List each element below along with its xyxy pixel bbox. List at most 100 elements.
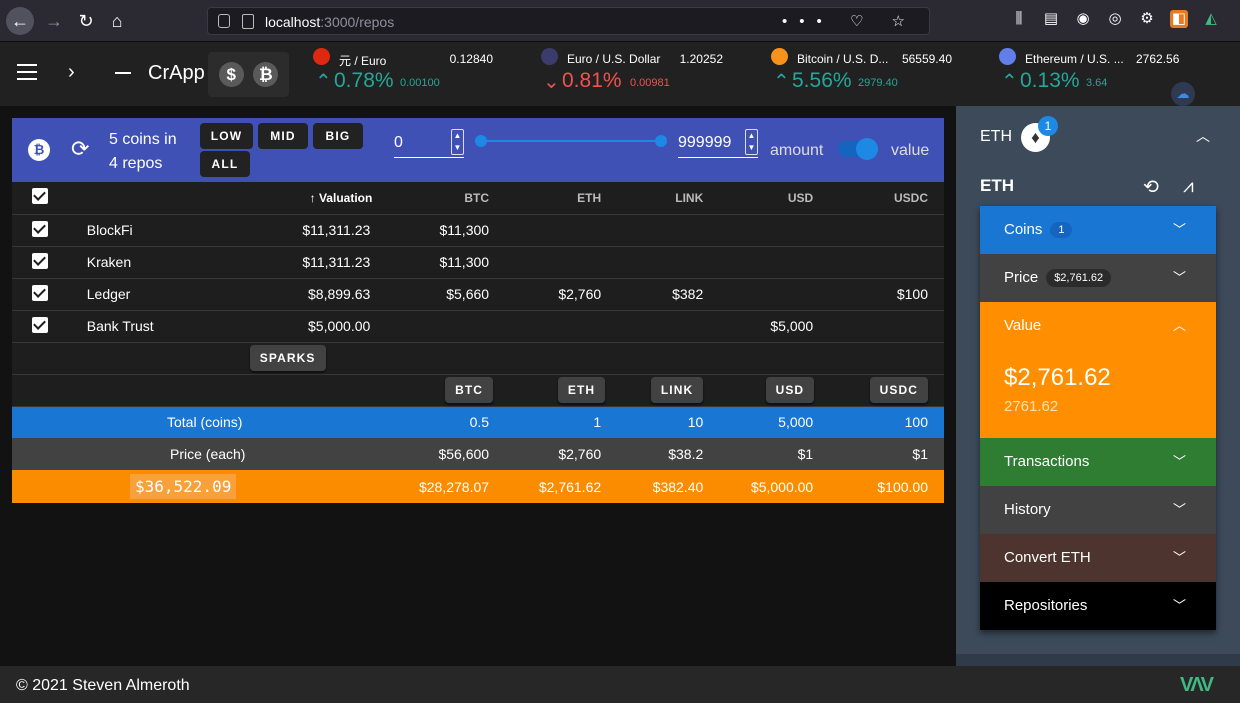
bitcoin-icon[interactable]: ₿ <box>28 139 50 161</box>
ticker-delta: 0.00981 <box>630 77 670 89</box>
price-row: Price (each) $56,600 $2,760 $38.2 $1 $1 <box>12 438 944 470</box>
filter-mid-button[interactable]: MID <box>258 123 308 149</box>
ticker-delta: 2979.40 <box>858 77 898 89</box>
ticker-price: 1.20252 <box>679 52 723 66</box>
forward-arrow-icon[interactable]: → <box>40 7 68 35</box>
value-panel[interactable]: Value ︿ $2,761.62 2761.62 <box>980 302 1216 438</box>
link-cell <box>619 310 719 343</box>
shield-icon[interactable] <box>218 14 230 28</box>
convert-panel-header[interactable]: Convert ETH ﹀ <box>980 534 1216 582</box>
chevron-up-icon[interactable]: ︿ <box>1196 126 1210 146</box>
eth-cell <box>507 214 620 247</box>
filter-big-button[interactable]: BIG <box>313 123 363 149</box>
cloud-icon[interactable]: ☁ <box>1171 82 1195 106</box>
history-panel-header[interactable]: History ﹀ <box>980 486 1216 534</box>
usdc-coin-button[interactable]: USDC <box>869 377 928 403</box>
sparks-button[interactable]: SPARKS <box>249 345 326 371</box>
url-text[interactable]: localhost:3000/repos <box>265 14 394 30</box>
extension-orange-icon[interactable]: ◧ <box>1170 10 1188 28</box>
filter-all-button[interactable]: ALL <box>200 151 250 177</box>
range-slider[interactable] <box>475 135 667 147</box>
page-actions-icons[interactable]: ••• ♡ ☆ <box>782 12 917 30</box>
max-amount-input[interactable]: 999999 ▲ ▼ <box>678 129 758 158</box>
chevron-right-icon[interactable]: › <box>68 61 75 84</box>
chevron-down-icon: ﹀ <box>1172 550 1186 565</box>
history-icon[interactable]: ⟲ <box>1143 176 1159 199</box>
usd-header[interactable]: USD <box>718 182 831 215</box>
flag-icon <box>313 48 330 65</box>
sync-icon[interactable]: ⟳ <box>71 136 89 162</box>
ticker-eth-usd[interactable]: Ethereum / U.S. ... 2762.56 ⌃ 0.13% 3.64 <box>999 42 1180 106</box>
ticker-cny-eur[interactable]: 元 / Euro 0.12840 ⌃ 0.78% 0.00100 <box>313 42 493 106</box>
menu-icon[interactable] <box>17 64 37 85</box>
price-panel-header[interactable]: Price $2,761.62 ﹀ <box>980 254 1216 302</box>
horizontal-scrollbar[interactable] <box>956 654 1240 666</box>
filter-low-button[interactable]: LOW <box>200 123 253 149</box>
usdc-cell <box>830 310 944 343</box>
link-button-cell: LINK <box>619 374 719 407</box>
url-bar[interactable]: localhost:3000/repos ••• ♡ ☆ <box>207 7 930 35</box>
eth-coin-button[interactable]: ETH <box>557 377 606 403</box>
btc-coin-button[interactable]: BTC <box>445 377 494 403</box>
chart-icon[interactable]: ⩘ <box>1183 176 1194 198</box>
gear-icon[interactable]: ⚙ <box>1138 10 1156 28</box>
usdc-header[interactable]: USDC <box>830 182 944 215</box>
ticker-name: Bitcoin / U.S. D... <box>797 52 889 66</box>
min-amount-input[interactable]: 0 ▲ ▼ <box>394 129 464 158</box>
row-checkbox[interactable] <box>32 316 48 333</box>
row-checkbox[interactable] <box>32 284 48 301</box>
extension-glasses-icon[interactable]: ◎ <box>1106 10 1124 28</box>
bitcoin-icon[interactable]: ₿ <box>253 62 279 87</box>
ticker-name: Ethereum / U.S. ... <box>1025 52 1124 66</box>
row-checkbox[interactable] <box>32 252 48 269</box>
transactions-panel-header[interactable]: Transactions ﹀ <box>980 438 1216 486</box>
page-icon[interactable] <box>242 14 254 29</box>
library-icon[interactable]: ⫼ <box>1010 10 1028 28</box>
repo-name: Ledger <box>70 278 170 311</box>
link-coin-button[interactable]: LINK <box>650 377 704 403</box>
eth-header[interactable]: ETH <box>507 182 620 215</box>
account-icon[interactable]: ◉ <box>1074 10 1092 28</box>
dollar-icon[interactable]: $ <box>218 62 244 87</box>
row-checkbox[interactable] <box>32 220 48 237</box>
usdc-cell <box>830 214 944 247</box>
slider-min-handle[interactable] <box>475 135 487 147</box>
repositories-label: Repositories <box>1004 597 1088 614</box>
select-all-checkbox[interactable] <box>32 188 48 205</box>
extension-vue-icon[interactable]: ◭ <box>1202 10 1220 28</box>
minus-icon[interactable] <box>115 72 131 74</box>
table-row[interactable]: Bank Trust $5,000.00 $5,000 <box>12 310 944 343</box>
reload-icon[interactable]: ↻ <box>72 7 100 35</box>
ticker-btc-usd[interactable]: Bitcoin / U.S. D... 56559.40 ⌃ 5.56% 297… <box>771 42 952 106</box>
browser-extensions: ⫼ ▤ ◉ ◎ ⚙ ◧ ◭ <box>1010 10 1220 28</box>
reader-icon[interactable]: ▤ <box>1042 10 1060 28</box>
repo-header <box>70 182 170 215</box>
stepper-icon[interactable]: ▲ ▼ <box>451 129 464 155</box>
usd-coin-button[interactable]: USD <box>765 377 815 403</box>
coin-title: ETH <box>980 176 1014 195</box>
home-icon[interactable]: ⌂ <box>103 7 131 35</box>
amount-value-switch[interactable] <box>838 138 878 160</box>
table-row[interactable]: Ledger $8,899.63 $5,660 $2,760 $382 $100 <box>12 278 944 311</box>
ticker-eur-usd[interactable]: Euro / U.S. Dollar 1.20252 ⌄ 0.81% 0.009… <box>541 42 723 106</box>
valuation-header[interactable]: ↑ Valuation <box>169 182 386 215</box>
select-all-cell <box>12 182 71 215</box>
stepper-icon[interactable]: ▲ ▼ <box>745 129 758 155</box>
btc-header[interactable]: BTC <box>385 182 508 215</box>
coin-count-line: 5 coins in <box>109 131 177 148</box>
repositories-panel-header[interactable]: Repositories ﹀ <box>980 582 1216 630</box>
ticker-price: 0.12840 <box>449 52 493 66</box>
slider-max-handle[interactable] <box>655 135 667 147</box>
ticker-percent: 0.78% <box>334 69 394 92</box>
table-row[interactable]: Kraken $11,311.23 $11,300 <box>12 246 944 279</box>
ticker-name: Euro / U.S. Dollar <box>567 52 661 66</box>
coins-panel-header[interactable]: Coins 1 ﹀ <box>980 206 1216 254</box>
total-label: Total (coins) <box>12 406 386 438</box>
url-host: localhost <box>265 14 321 30</box>
coin-count: 5 coins in 4 repos <box>109 128 177 176</box>
link-header[interactable]: LINK <box>619 182 719 215</box>
table-row[interactable]: BlockFi $11,311.23 $11,300 <box>12 214 944 247</box>
vue-logo-icon: VΛV <box>1180 674 1214 696</box>
trend-down-icon: ⌄ <box>543 71 560 93</box>
back-arrow-icon[interactable]: ← <box>6 7 34 35</box>
